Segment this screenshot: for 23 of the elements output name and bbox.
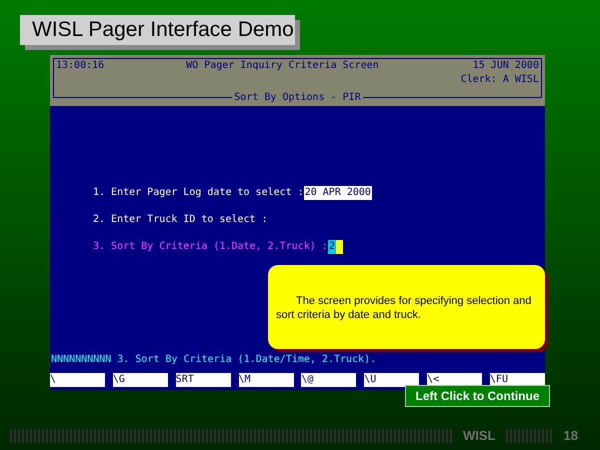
status-line: NNNNNNNNNN 3. Sort By Criteria (1.Date/Time, 2.Truck). — [50, 353, 378, 367]
function-key[interactable]: \M — [238, 373, 294, 387]
footer-brand: WISL — [463, 427, 496, 446]
input-field[interactable]: 2 — [328, 240, 336, 254]
clerk-label: Clerk: A WISL — [460, 73, 539, 87]
function-key[interactable]: \G — [112, 373, 168, 387]
prompt-label: 2. Enter Truck ID to select : — [93, 213, 268, 227]
function-key[interactable]: SRT — [176, 373, 231, 387]
continue-button[interactable]: Left Click to Continue — [405, 385, 550, 407]
input-field[interactable]: 20 APR 2000 — [304, 186, 372, 200]
prompt-label: 3. Sort By Criteria (1.Date, 2.Truck) : — [93, 240, 328, 254]
clock-time: 13:00:16 — [56, 59, 104, 73]
slide-title: WISL Pager Interface Demo — [20, 15, 295, 45]
screen-title: WO Pager Inquiry Criteria Screen — [186, 59, 379, 73]
function-key[interactable]: \@ — [301, 373, 356, 387]
prompt-label: 1. Enter Pager Log date to select : — [93, 186, 304, 200]
barcode-drawing — [506, 429, 554, 443]
function-key[interactable]: \U — [364, 373, 420, 387]
page-number: 18 — [564, 427, 578, 446]
section-title: Sort By Options - PIR — [232, 91, 363, 105]
function-key[interactable]: \ — [50, 373, 105, 387]
screen-date: 15 JUN 2000 — [472, 59, 539, 73]
callout-note: The screen provides for specifying selection and sort criteria by date and truck. — [268, 265, 545, 349]
